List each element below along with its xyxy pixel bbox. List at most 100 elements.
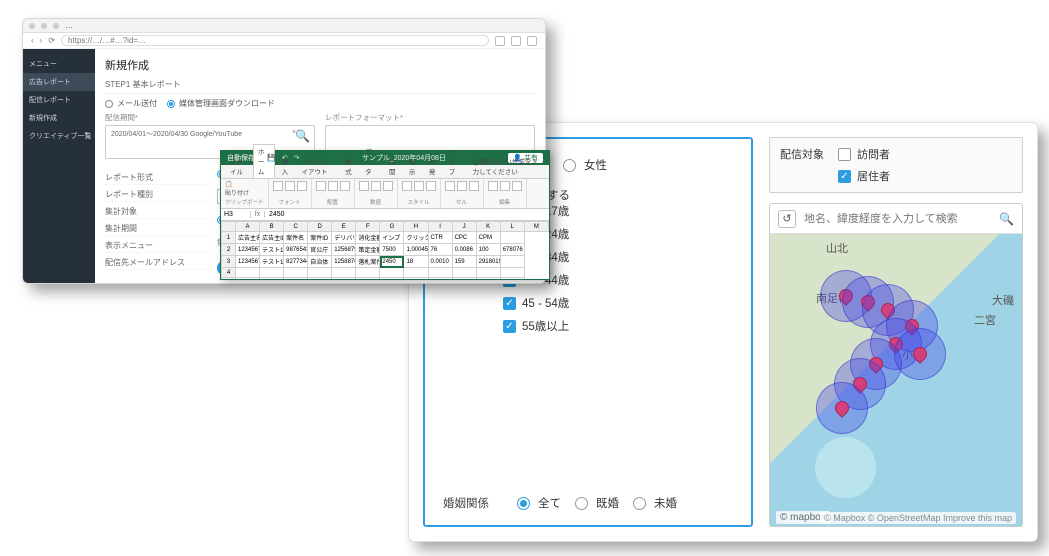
qat-redo-icon[interactable]: ↷ [294,154,300,162]
cell[interactable] [476,268,500,278]
corner-cell[interactable] [222,222,236,232]
cell[interactable]: 1258876 [332,256,356,268]
cell[interactable]: 自治体 [308,256,332,268]
ribbon-button[interactable] [359,181,369,191]
cell[interactable]: 76 [428,244,452,256]
nav-fwd-icon[interactable]: › [40,36,43,45]
search-icon[interactable]: 🔍 [295,129,310,143]
cell[interactable]: 7500 [380,244,404,256]
ribbon-button[interactable] [488,181,498,191]
cell[interactable]: 策定金額 [356,244,380,256]
col-header[interactable]: F [356,222,380,232]
ribbon-button[interactable] [500,181,510,191]
cell[interactable] [500,268,524,278]
cell[interactable] [452,278,476,280]
cell[interactable] [284,268,308,278]
ribbon-button[interactable] [340,181,350,191]
sidebar-item[interactable]: 新規作成 [23,109,95,127]
cell[interactable]: 678076 [500,244,524,256]
cell[interactable] [452,268,476,278]
age-range-option[interactable]: 45 - 54歳 [503,295,737,311]
ribbon-button[interactable] [445,181,455,191]
col-header[interactable]: M [524,222,548,232]
cell[interactable] [428,278,452,280]
cell[interactable]: 2918019 [476,256,500,268]
row-header[interactable]: 2 [222,244,236,256]
fx-icon[interactable]: fx [251,211,265,218]
delivery-resident[interactable]: 居住者 [838,168,890,184]
ribbon-button[interactable] [316,181,326,191]
cell[interactable]: CTR [428,232,452,244]
cell[interactable] [260,278,284,280]
cell[interactable]: 18 [404,256,428,268]
cell[interactable]: 0.0010 [428,256,452,268]
gender-female[interactable]: 女性 [563,157,607,173]
col-header[interactable]: H [404,222,428,232]
reload-icon[interactable]: ⟳ [48,36,55,45]
cell[interactable] [380,278,404,280]
cell[interactable]: 案件名 [284,232,308,244]
ribbon-button[interactable] [457,181,467,191]
name-box[interactable]: H3 [221,211,251,218]
cell[interactable]: 100 [476,244,500,256]
cell[interactable]: テスト1 [260,256,284,268]
ribbon-button[interactable] [328,181,338,191]
cell[interactable]: 案件ID [308,232,332,244]
sidebar-item[interactable]: 配信レポート [23,91,95,109]
ribbon-button[interactable] [469,181,479,191]
cell[interactable]: 落札案件 [356,256,380,268]
marriage-married[interactable]: 既婚 [575,495,619,511]
ribbon-button[interactable] [414,181,424,191]
cell[interactable] [404,278,428,280]
map-canvas[interactable]: 山北 南足柄 大磯 二宮 小田 [770,234,1022,526]
col-header[interactable]: C [284,222,308,232]
paste-button[interactable]: 📋貼り付け [225,181,249,197]
cell[interactable] [260,268,284,278]
cell[interactable] [356,268,380,278]
geo-radius[interactable] [816,382,868,434]
ribbon-button[interactable] [285,181,295,191]
row-header[interactable]: 4 [222,268,236,278]
delivery-visitor[interactable]: 訪問者 [838,146,890,162]
cell[interactable]: 0.0086 [452,244,476,256]
cell[interactable]: 1256879 [332,244,356,256]
ribbon-button[interactable] [371,181,381,191]
col-header[interactable]: L [500,222,524,232]
cell[interactable] [284,278,308,280]
col-header[interactable]: E [332,222,356,232]
cell[interactable]: 広告主名 [236,232,260,244]
ribbon-button[interactable] [273,181,283,191]
cell[interactable] [308,278,332,280]
cell[interactable] [500,232,524,244]
ribbon-button[interactable] [383,181,393,191]
browser-button[interactable] [511,36,521,46]
cell[interactable] [500,256,524,268]
ribbon-tab[interactable]: ファイル [225,154,251,178]
cell[interactable] [236,268,260,278]
qat-undo-icon[interactable]: ↶ [282,154,288,162]
col-header[interactable]: G [380,222,404,232]
nav-back-icon[interactable]: ‹ [31,36,34,45]
cell[interactable]: 12345678 [236,244,260,256]
cell[interactable] [404,268,428,278]
map[interactable]: ↺ 🔍 山北 南足柄 大磯 二宮 小田 © mapbox © Mapbox © … [769,203,1023,527]
ribbon-button[interactable] [297,181,307,191]
geo-radius[interactable] [894,328,946,380]
source-download[interactable]: 媒体管理画面ダウンロード [167,98,275,109]
row-header[interactable]: 1 [222,232,236,244]
sheet-grid[interactable]: ABCDEFGHIJKLM1広告主名広告主ID案件名案件IDデリバリーキャンペー… [221,221,549,279]
cell[interactable]: 2450 [380,256,404,268]
cell[interactable]: CPC [452,232,476,244]
age-range-option[interactable]: 55歳以上 [503,318,737,334]
source-mail[interactable]: メール送付 [105,98,157,109]
cell[interactable] [380,268,404,278]
formula-input[interactable]: 2450 [265,211,549,218]
url-field[interactable]: https://…/…#…?id=… [61,35,489,46]
ribbon-button[interactable] [426,181,436,191]
cell[interactable]: 8277344 [284,256,308,268]
col-header[interactable]: D [308,222,332,232]
row-header[interactable]: 5 [222,278,236,280]
col-header[interactable]: B [260,222,284,232]
cell[interactable]: デリバリーキャンペーン [332,232,356,244]
col-header[interactable]: I [428,222,452,232]
